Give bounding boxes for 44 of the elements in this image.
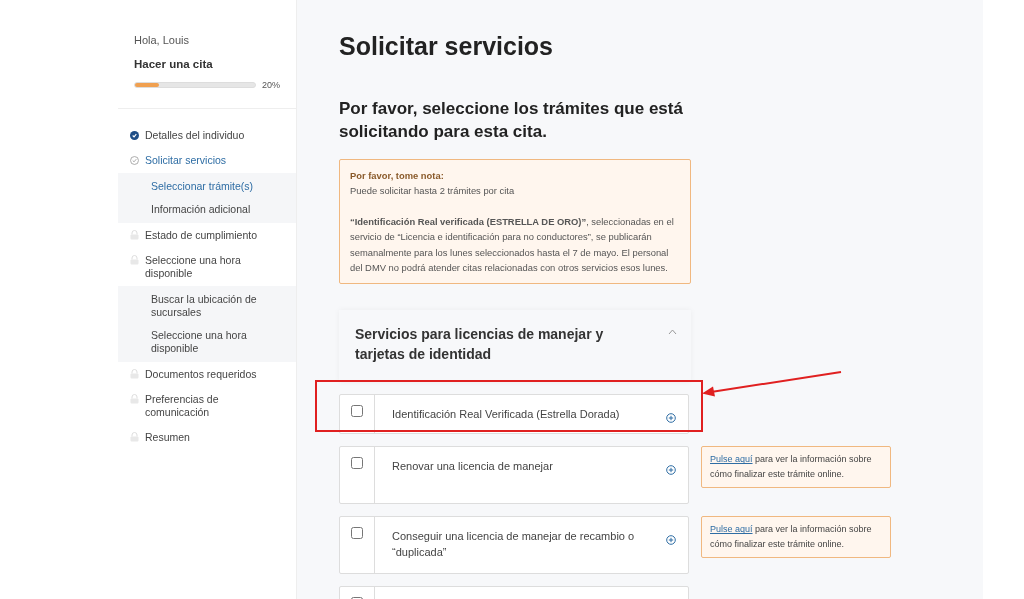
service-option[interactable]: Renovar una licencia de manejar (339, 446, 689, 505)
greeting: Hola, Louis (134, 34, 191, 46)
step-item[interactable]: Detalles del individuo (118, 123, 296, 148)
substep-item[interactable]: Buscar la ubicación de sucursales (118, 288, 296, 324)
section-title: Servicios para licencias de manejar y tarjetas de identidad (355, 325, 605, 365)
service-option[interactable]: Identificación Real Verificada (Estrella Dorada) (339, 394, 689, 435)
plus-circle-icon[interactable] (666, 535, 676, 546)
info-link[interactable]: Pulse aquí (710, 454, 753, 465)
check-icon (130, 131, 139, 140)
note-text: “Identificación Real verificada (ESTRELLA DE ORO)”, seleccionadas en el servicio de “Licencia e identificación para no conductores”, se publicarán semanalmente para los lunes seleccionados hasta el 7 de mayo. El personal del DMV no podrá atender citas relacionadas con otros servicios esos lunes. (350, 214, 675, 276)
lock-icon (130, 230, 139, 240)
check-circle-icon (130, 156, 139, 165)
progress-reading: 20% (262, 80, 280, 90)
service-checkbox[interactable] (351, 527, 363, 540)
substep-item[interactable]: Información adicional (118, 198, 296, 221)
info-link[interactable]: Pulse aquí (710, 524, 753, 535)
lock-icon (130, 255, 139, 265)
step-item[interactable]: Preferencias de comunicación (118, 387, 296, 425)
service-label: Renovar una licencia de manejar (391, 459, 554, 475)
step-item[interactable]: Solicitar servicios (118, 148, 296, 173)
service-checkbox[interactable] (351, 405, 363, 418)
sidebar-title: Hacer una cita (134, 58, 214, 70)
service-option[interactable]: Conseguir una licencia de manejar de recambio o “duplicada” (339, 516, 689, 575)
substep-item[interactable]: Seleccione una hora disponible (118, 324, 296, 360)
step-item[interactable]: Documentos requeridos (118, 362, 296, 387)
chevron-up-icon[interactable] (668, 329, 677, 336)
plus-circle-icon[interactable] (666, 465, 676, 476)
plus-circle-icon[interactable] (666, 413, 676, 424)
step-item[interactable]: Seleccione una hora disponible (118, 248, 296, 286)
service-label: Conseguir una licencia de manejar de recambio o “duplicada” (391, 529, 636, 561)
service-label: Identificación Real Verificada (Estrella Dorada) (391, 407, 621, 423)
note-heading: Por favor, tome nota: (350, 169, 445, 183)
note-text: Puede solicitar hasta 2 trámites por cita (350, 184, 516, 199)
lock-icon (130, 369, 139, 379)
lock-icon (130, 432, 139, 442)
info-note: Pulse aquí para ver la información sobre cómo finalizar este trámite online. (701, 516, 891, 559)
page-title: Solicitar servicios (339, 32, 554, 61)
page-subtitle: Por favor, seleccione los trámites que está solicitando para esta cita. (339, 98, 684, 143)
lock-icon (130, 394, 139, 404)
info-note: Pulse aquí para ver la información sobre cómo finalizar este trámite online. (701, 446, 891, 489)
service-checkbox[interactable] (351, 457, 363, 470)
step-item[interactable]: Resumen (118, 425, 296, 450)
step-item[interactable]: Estado de cumplimiento (118, 223, 296, 248)
substep-item[interactable]: Seleccionar trámite(s) (118, 175, 296, 198)
